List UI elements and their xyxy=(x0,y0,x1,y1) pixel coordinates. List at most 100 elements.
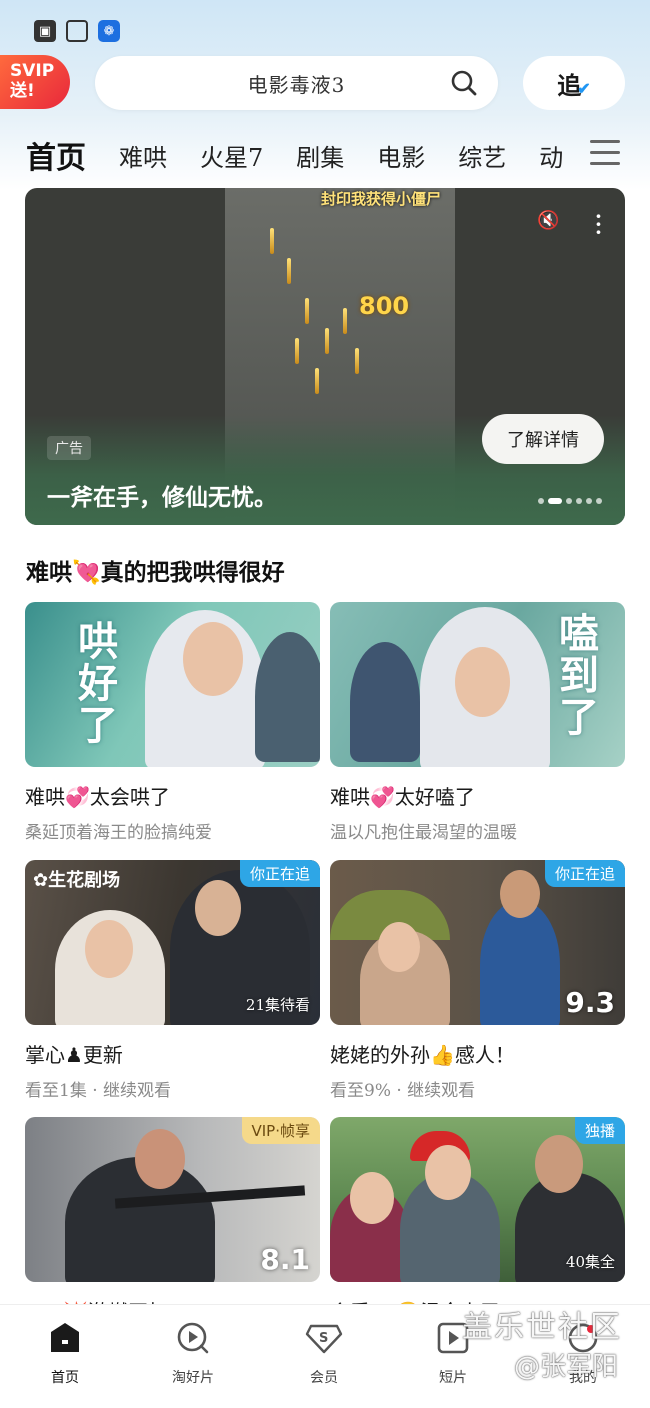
video-card[interactable]: VIP·帧享 8.1 xyxy=(25,1117,320,1282)
video-title: 难哄💞太好嗑了 xyxy=(330,785,475,809)
sword-sprite xyxy=(355,348,359,374)
video-card[interactable]: 嗑到了 难哄💞太好嗑了 温以凡抱住最渴望的温暖 xyxy=(330,602,625,843)
sword-sprite xyxy=(295,338,299,364)
tab-movies[interactable]: 电影 xyxy=(377,138,425,173)
sword-sprite xyxy=(325,328,329,354)
video-thumbnail[interactable]: 嗑到了 xyxy=(330,602,625,767)
actor-face xyxy=(535,1135,583,1193)
search-icon[interactable] xyxy=(450,69,478,97)
actor-face xyxy=(425,1145,471,1200)
category-tabs: 首页 难哄 火星7 剧集 电影 综艺 动 xyxy=(26,132,596,178)
mute-icon[interactable]: 🔇 xyxy=(537,210,563,236)
watermark: 盖乐世社区 @张军阳 xyxy=(462,1302,622,1382)
video-subtitle: 桑延顶着海王的脸搞纯爱 xyxy=(25,823,212,843)
sword-sprite xyxy=(343,308,347,334)
video-thumbnail[interactable]: VIP·帧享 8.1 xyxy=(25,1117,320,1282)
video-thumbnail[interactable]: 你正在追 9.3 xyxy=(330,860,625,1025)
tab-home[interactable]: 首页 xyxy=(26,133,86,177)
watermark-author: @张军阳 xyxy=(514,1352,619,1382)
section-title[interactable]: 难哄💘真的把我哄得很好 xyxy=(26,553,285,587)
poster-overlay-text: 嗑到了 xyxy=(552,612,599,738)
carousel-indicator xyxy=(538,498,602,504)
carousel-dot xyxy=(566,498,572,504)
follow-button[interactable]: 追 ✔ xyxy=(523,56,625,110)
video-card[interactable]: ✿生花剧场 你正在追 21集待看 掌心♟更新 看至1集 · 继续观看 xyxy=(25,860,320,1101)
tab-nanhong[interactable]: 难哄 xyxy=(119,138,167,173)
game-score: 800 xyxy=(359,292,410,320)
sword-sprite xyxy=(287,258,291,284)
actor-face xyxy=(350,1172,394,1224)
video-subtitle: 温以凡抱住最渴望的温暖 xyxy=(330,823,517,843)
discover-icon xyxy=(174,1319,212,1357)
section-title-suffix: 真的把我哄得很好 xyxy=(100,559,285,586)
following-badge: 你正在追 xyxy=(544,860,625,887)
home-icon xyxy=(46,1319,84,1357)
carousel-dot xyxy=(576,498,582,504)
learn-more-button[interactable]: 了解详情 xyxy=(482,414,604,464)
nav-vip[interactable]: S 会员 xyxy=(279,1319,369,1387)
video-title: 难哄💞太会哄了 xyxy=(25,785,170,809)
search-query: 电影毒液3 xyxy=(247,72,346,97)
tab-series[interactable]: 剧集 xyxy=(296,138,344,173)
rating-score: 8.1 xyxy=(260,1243,310,1276)
nav-discover[interactable]: 淘好片 xyxy=(148,1319,238,1387)
tab-huoxing7[interactable]: 火星7 xyxy=(200,138,263,173)
vip-diamond-icon: S xyxy=(305,1319,343,1357)
tab-variety[interactable]: 综艺 xyxy=(458,138,506,173)
episode-count: 40集全 xyxy=(565,1253,615,1271)
video-title: 掌心♟更新 xyxy=(25,1043,123,1067)
actor-face xyxy=(135,1129,185,1189)
actor-figure xyxy=(350,642,420,762)
episodes-to-watch: 21集待看 xyxy=(245,996,310,1014)
sword-sprite xyxy=(305,298,309,324)
tab-anime[interactable]: 动 xyxy=(539,138,563,173)
nav-home[interactable]: 首页 xyxy=(20,1319,110,1387)
carousel-dot xyxy=(596,498,602,504)
svip-gift-label: 送! xyxy=(10,81,35,101)
poster-overlay-text: 哄好了 xyxy=(71,620,118,746)
vip-badge: VIP·帧享 xyxy=(241,1117,320,1144)
nav-vip-label: 会员 xyxy=(310,1370,338,1386)
nav-home-label: 首页 xyxy=(51,1370,79,1386)
video-card[interactable]: 你正在追 9.3 姥姥的外孙👍感人！ 看至9% · 继续观看 xyxy=(330,860,625,1101)
svip-label: SVIP xyxy=(10,61,55,81)
more-options-icon[interactable]: · · · xyxy=(595,206,602,242)
video-thumbnail[interactable]: 哄好了 xyxy=(25,602,320,767)
scan-icon xyxy=(66,20,88,42)
sword-sprite xyxy=(270,228,274,254)
image-icon: ▣ xyxy=(34,20,56,42)
studio-logo: ✿生花剧场 xyxy=(33,870,121,891)
carousel-dot xyxy=(538,498,544,504)
actor-face xyxy=(455,647,510,717)
actor-figure xyxy=(255,632,320,762)
check-icon: ✔ xyxy=(577,78,591,98)
video-title: 姥姥的外孙👍感人！ xyxy=(330,1043,515,1067)
svip-promo-badge[interactable]: SVIP 送! xyxy=(0,55,70,109)
following-badge: 你正在追 xyxy=(239,860,320,887)
actor-figure xyxy=(480,900,560,1025)
sword-sprite xyxy=(315,368,319,394)
heart-emoji: 💘 xyxy=(72,559,101,586)
video-card[interactable]: 独播 40集全 xyxy=(330,1117,625,1282)
section-title-prefix: 难哄 xyxy=(26,559,72,586)
carousel-dot xyxy=(586,498,592,504)
video-card[interactable]: 哄好了 难哄💞太会哄了 桑延顶着海王的脸搞纯爱 xyxy=(25,602,320,843)
ad-banner[interactable]: 封印我获得小僵尸 800 🔇 · · · 广告 了解详情 一斧在手，修仙无忧。 xyxy=(25,188,625,525)
watch-progress[interactable]: 看至1集 · 继续观看 xyxy=(25,1076,320,1101)
actor-face xyxy=(500,870,540,918)
ad-label: 广告 xyxy=(47,436,91,460)
video-thumbnail[interactable]: 独播 40集全 xyxy=(330,1117,625,1282)
search-bar[interactable]: 电影毒液3 xyxy=(95,56,498,110)
menu-icon[interactable] xyxy=(590,140,620,168)
svg-text:S: S xyxy=(319,1331,328,1346)
nav-shorts-label: 短片 xyxy=(439,1370,467,1386)
status-bar: ▣ ❁ xyxy=(34,20,120,42)
watch-progress[interactable]: 看至9% · 继续观看 xyxy=(330,1076,625,1101)
actor-face xyxy=(85,920,133,978)
baidu-paw-icon: ❁ xyxy=(98,20,120,42)
rating-score: 9.3 xyxy=(565,986,615,1019)
exclusive-badge: 独播 xyxy=(574,1117,625,1144)
carousel-dot-active xyxy=(548,498,562,504)
video-thumbnail[interactable]: ✿生花剧场 你正在追 21集待看 xyxy=(25,860,320,1025)
actor-face xyxy=(195,880,241,936)
